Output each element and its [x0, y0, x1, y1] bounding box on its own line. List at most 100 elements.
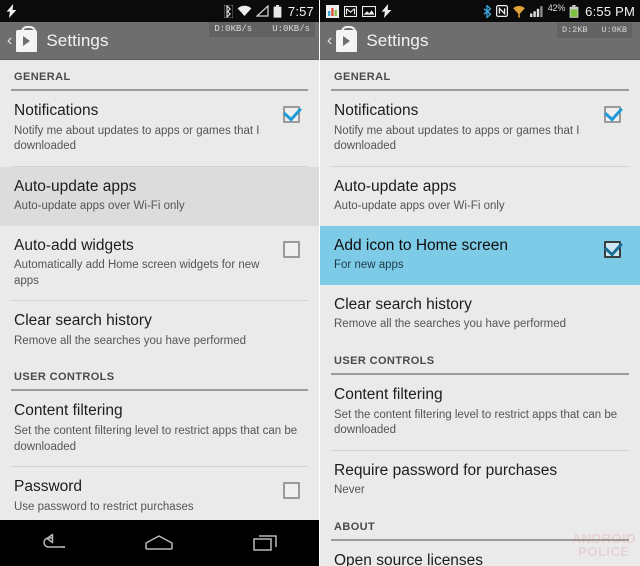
download-speed: D:2KB	[561, 25, 588, 35]
list-item-subtitle: Set the content filtering level to restr…	[334, 408, 618, 437]
list-item-subtitle: Never	[334, 484, 365, 497]
list-item[interactable]: Notifications Notify me about updates to…	[320, 91, 640, 166]
status-bar-clock: 7:57	[287, 3, 314, 19]
list-item-subtitle: Auto-update apps over Wi-Fi only	[14, 200, 185, 213]
navigation-bar	[0, 520, 319, 566]
photo-icon	[362, 5, 376, 17]
checkbox-container[interactable]	[274, 237, 308, 258]
nfc-icon	[495, 5, 508, 17]
auto-add-widgets-checkbox[interactable]	[282, 240, 300, 258]
bluetooth-icon	[223, 4, 233, 18]
list-item-add-icon-to-home-screen[interactable]: Add icon to Home screen For new apps	[320, 225, 640, 285]
action-bar: ‹ Settings D:0KB/s U:0KB/s	[0, 22, 319, 60]
list-item[interactable]: Require password for purchases Never	[320, 451, 640, 510]
list-item-subtitle: Notify me about updates to apps or games…	[14, 124, 260, 153]
list-item-title: Auto-update apps	[334, 177, 457, 195]
status-bar-notification-icons	[6, 4, 224, 18]
dual-screenshot-comparison: 7:57 ‹ Settings D:0KB/s U:0KB/s GENERAL …	[0, 0, 640, 566]
left-device-screenshot: 7:57 ‹ Settings D:0KB/s U:0KB/s GENERAL …	[0, 0, 320, 566]
action-bar: ‹ Settings D:2KB U:0KB	[320, 22, 640, 60]
lightning-bolt-icon	[381, 4, 392, 18]
download-speed: D:0KB/s	[214, 24, 253, 34]
right-device-screenshot: 42% 6:55 PM ‹ Settings D:2KB U:0KB GENER…	[320, 0, 640, 566]
wifi-icon	[237, 5, 252, 16]
notifications-checkbox[interactable]	[282, 106, 300, 123]
list-item-title: Clear search history	[14, 312, 152, 330]
status-bar: 42% 6:55 PM	[320, 0, 640, 22]
list-item-subtitle: Remove all the searches you have perform…	[14, 334, 247, 347]
list-item[interactable]: Password Use password to restrict purcha…	[0, 467, 319, 526]
checkbox-container[interactable]	[595, 237, 629, 258]
upload-speed: U:0KB	[601, 25, 627, 35]
list-item-subtitle: Automatically add Home screen widgets fo…	[14, 259, 260, 287]
home-button[interactable]	[131, 520, 187, 566]
list-item-title: Auto-add widgets	[14, 236, 134, 254]
back-chevron-icon[interactable]: ‹	[325, 33, 335, 49]
checkbox-container[interactable]	[274, 478, 308, 500]
section-header-general: GENERAL	[334, 71, 391, 83]
section-header-about: ABOUT	[334, 520, 376, 533]
lightning-bolt-icon	[6, 4, 17, 18]
wifi-icon	[512, 5, 525, 18]
status-bar-clock: 6:55 PM	[585, 3, 635, 19]
play-store-icon	[336, 26, 358, 52]
settings-list: GENERAL Notifications Notify me about up…	[0, 60, 319, 558]
list-item-title: Notifications	[334, 102, 419, 119]
list-item[interactable]: Auto-add widgets Automatically add Home …	[0, 226, 319, 301]
network-speed-meter: D:0KB/s U:0KB/s	[209, 22, 315, 37]
battery-percent: 42%	[547, 3, 566, 13]
signal-icon	[255, 5, 269, 17]
list-item[interactable]: Clear search history Remove all the sear…	[320, 285, 640, 344]
list-item-title: Clear search history	[334, 295, 472, 313]
settings-list: GENERAL Notifications Notify me about up…	[320, 60, 640, 566]
add-icon-to-home-screen-checkbox[interactable]	[603, 240, 621, 258]
network-speed-meter: D:2KB U:0KB	[556, 23, 632, 38]
signal-icon	[529, 6, 543, 17]
battery-icon	[569, 4, 579, 18]
page-title: Settings	[366, 31, 429, 50]
list-item[interactable]: Open source licenses License details for…	[320, 541, 640, 566]
status-bar-system-icons: 42% 6:55 PM	[483, 3, 635, 19]
password-checkbox[interactable]	[282, 482, 300, 500]
back-button[interactable]	[25, 520, 81, 566]
list-item-title: Notifications	[14, 102, 99, 119]
list-item-subtitle: Notify me about updates to apps or games…	[334, 124, 580, 153]
notifications-checkbox[interactable]	[603, 106, 621, 123]
checkbox-container[interactable]	[274, 102, 308, 123]
bluetooth-icon	[483, 4, 492, 18]
status-bar-notification-icons	[326, 4, 483, 18]
list-item[interactable]: Clear search history Remove all the sear…	[0, 301, 319, 360]
section-header-user-controls: USER CONTROLS	[334, 354, 435, 367]
page-title: Settings	[46, 31, 109, 50]
list-item-title: Require password for purchases	[334, 461, 558, 479]
list-item-title: Add icon to Home screen	[334, 236, 509, 254]
upload-speed: U:0KB/s	[272, 24, 310, 34]
back-icon	[43, 533, 66, 548]
list-item-subtitle: Remove all the searches you have perform…	[334, 318, 567, 331]
bar-chart-app-icon	[326, 4, 339, 18]
list-item-subtitle: Auto-update apps over Wi-Fi only	[334, 200, 505, 213]
home-icon	[145, 535, 174, 550]
play-store-icon	[16, 26, 38, 52]
list-item[interactable]: Auto-update apps Auto-update apps over W…	[0, 166, 319, 226]
list-item[interactable]: Notifications Notify me about updates to…	[0, 91, 319, 166]
list-item[interactable]: Content filtering Set the content filter…	[320, 375, 640, 450]
recents-button[interactable]	[238, 520, 294, 566]
list-item[interactable]: Auto-update apps Auto-update apps over W…	[320, 167, 640, 226]
battery-icon	[273, 4, 282, 18]
list-item-subtitle: Use password to restrict purchases	[14, 500, 194, 513]
list-item-title: Password	[14, 478, 83, 496]
gmail-icon	[344, 5, 357, 17]
list-item-subtitle: Set the content filtering level to restr…	[14, 425, 298, 453]
status-bar-system-icons: 7:57	[223, 3, 314, 19]
status-bar: 7:57	[0, 0, 319, 22]
list-item[interactable]: Content filtering Set the content filter…	[0, 391, 319, 466]
checkbox-container[interactable]	[595, 102, 629, 123]
list-item-title: Content filtering	[334, 385, 443, 403]
list-item-title: Open source licenses	[334, 551, 484, 566]
section-header-general: GENERAL	[14, 71, 71, 83]
back-chevron-icon[interactable]: ‹	[5, 33, 15, 49]
list-item-title: Content filtering	[14, 402, 123, 420]
recents-icon	[253, 535, 277, 551]
list-item-title: Auto-update apps	[14, 177, 137, 195]
